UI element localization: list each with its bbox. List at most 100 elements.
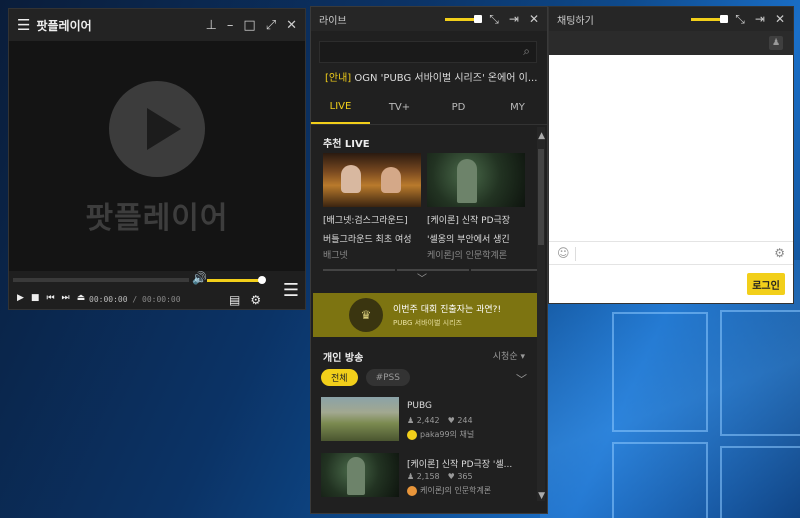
chevron-down-icon[interactable]: ﹀: [417, 270, 427, 285]
desktop-wallpaper-pane: [612, 442, 708, 518]
playlist-icon[interactable]: ☰: [277, 271, 305, 309]
tab-live[interactable]: LIVE: [311, 91, 370, 124]
transport-controls: ▶ ■ ⏮ ⏭ ⏏: [17, 293, 85, 303]
close-icon[interactable]: ✕: [775, 12, 785, 26]
pin-icon[interactable]: ⇥: [509, 12, 519, 26]
minimize-icon[interactable]: –: [227, 18, 234, 33]
broadcast-row[interactable]: [케이론] 신작 PD극장 '셀... ♟ 2,158 ♥ 365 케이론J의 …: [321, 453, 535, 501]
chip-pss[interactable]: #PSS: [365, 369, 410, 386]
opacity-slider[interactable]: [691, 14, 729, 23]
search-input[interactable]: ⌕: [319, 41, 537, 63]
pubg-logo-icon: ♛: [349, 298, 383, 332]
volume-knob[interactable]: [258, 276, 266, 284]
card-subtitle: '셀옹의 부안에서 생긴: [427, 235, 510, 245]
desktop-wallpaper-pane: [720, 310, 800, 436]
player-logo-text: 팟플레이어: [85, 201, 229, 236]
opacity-slider[interactable]: [445, 14, 483, 23]
channel-avatar-icon: [407, 429, 417, 440]
window-controls: ⊥ – □ ⤢ ✕: [206, 18, 297, 33]
user-list-icon[interactable]: ♟: [769, 36, 783, 50]
stream-thumbnail[interactable]: [323, 153, 421, 207]
notice-banner[interactable]: [안내] OGN 'PUBG 서바이벌 시리즈' 온에어 이...: [325, 69, 537, 84]
next-icon[interactable]: ⏭: [62, 293, 70, 303]
chat-window-controls: ⤡ ⇥ ✕: [691, 12, 785, 27]
eject-icon[interactable]: ⏏: [77, 293, 86, 303]
sort-dropdown[interactable]: 시청순 ▾: [493, 349, 525, 362]
promo-banner[interactable]: ♛ 이번주 대회 진출자는 과연?! PUBG 서바이벌 시리즈: [313, 293, 545, 337]
carousel-indicator: [323, 269, 395, 271]
filter-chips: 전체 #PSS: [321, 369, 410, 386]
stream-thumbnail[interactable]: [427, 153, 525, 207]
card-subtitle: 버틀그라운드 최초 여성: [323, 235, 412, 245]
dock-icon[interactable]: ⤡: [489, 12, 499, 27]
hamburger-icon[interactable]: ☰: [17, 16, 30, 34]
chip-all[interactable]: 전체: [321, 369, 358, 386]
seek-bar[interactable]: [13, 278, 189, 282]
chat-messages: [549, 55, 793, 241]
volume-slider[interactable]: [207, 279, 262, 282]
stop-icon[interactable]: ■: [31, 293, 40, 303]
chat-titlebar: 채팅하기 ⤡ ⇥ ✕: [549, 7, 793, 31]
tab-my[interactable]: MY: [488, 91, 547, 124]
close-icon[interactable]: ✕: [529, 12, 539, 26]
time-total: 00:00:00: [142, 295, 181, 304]
gear-icon[interactable]: ⚙: [250, 293, 261, 307]
search-icon[interactable]: ⌕: [523, 44, 530, 59]
play-icon[interactable]: ▶: [17, 293, 24, 303]
scrollbar[interactable]: [537, 127, 545, 501]
scroll-up-icon[interactable]: ▲: [538, 131, 545, 141]
chat-window: 채팅하기 ⤡ ⇥ ✕ ♟ ☺ ⚙ 로그인: [548, 6, 794, 304]
live-tabs: LIVE TV+ PD MY: [311, 91, 547, 125]
player-title: 팟플레이어: [36, 18, 92, 33]
banner-main: 이번주 대회 진출자는 과연?!: [393, 305, 502, 315]
emoji-icon[interactable]: ☺: [557, 246, 570, 260]
recommended-card[interactable]: [케이론] 신작 PD극장 '셀옹의 부안에서 생긴 케이론J의 인문학계론: [427, 153, 525, 261]
like-count: ♥ 244: [447, 416, 473, 425]
banner-text: 이번주 대회 진출자는 과연?! PUBG 서바이벌 시리즈: [393, 302, 501, 328]
broadcast-thumbnail[interactable]: [321, 453, 399, 497]
like-icon: ♥: [447, 472, 455, 481]
viewer-count: ♟ 2,442: [407, 416, 440, 425]
notice-tag: [안내]: [325, 73, 352, 84]
carousel-indicator: [471, 269, 543, 271]
previous-icon[interactable]: ⏮: [46, 293, 54, 303]
broadcast-channel[interactable]: 케이론J의 인문학계론: [407, 485, 491, 496]
scroll-thumb[interactable]: [538, 149, 544, 245]
tab-tvplus[interactable]: TV+: [370, 91, 429, 124]
play-overlay-icon[interactable]: [109, 81, 205, 177]
card-title: [케이론] 신작 PD극장: [427, 216, 511, 226]
pin-icon[interactable]: ⇥: [755, 12, 765, 26]
chat-toolbar: ♟: [549, 31, 793, 55]
chat-title: 채팅하기: [557, 15, 594, 27]
player-titlebar: ☰ 팟플레이어 ⊥ – □ ⤢ ✕: [9, 9, 305, 41]
close-icon[interactable]: ✕: [286, 18, 297, 33]
viewer-icon: ♟: [407, 472, 415, 481]
fullscreen-icon[interactable]: ⤢: [266, 18, 276, 33]
potplayer-window: ☰ 팟플레이어 ⊥ – □ ⤢ ✕ 팟플레이어 🔊 ▶ ■ ⏮ ⏭ ⏏ 00:0…: [8, 8, 306, 310]
chevron-down-icon[interactable]: ﹀: [516, 371, 527, 387]
banner-sub: PUBG 서바이벌 시리즈: [393, 319, 462, 327]
tab-pd[interactable]: PD: [429, 91, 488, 124]
broadcast-stats: ♟ 2,442 ♥ 244: [407, 416, 473, 425]
subtitle-icon[interactable]: ▤: [229, 293, 240, 307]
dock-icon[interactable]: ⤡: [735, 12, 745, 27]
volume-icon[interactable]: 🔊: [192, 271, 207, 285]
maximize-icon[interactable]: □: [243, 18, 255, 33]
input-divider: [575, 247, 576, 261]
recommended-card[interactable]: [배그넷:검스그라운드] 버틀그라운드 최초 여성 배그넷: [323, 153, 421, 261]
carousel-indicator: [397, 269, 469, 271]
time-display: 00:00:00 / 00:00:00: [89, 295, 181, 304]
broadcast-title: PUBG: [407, 401, 433, 411]
video-area[interactable]: 팟플레이어: [9, 41, 305, 271]
gear-icon[interactable]: ⚙: [774, 246, 785, 260]
desktop-wallpaper-pane: [720, 446, 800, 518]
broadcast-row[interactable]: PUBG ♟ 2,442 ♥ 244 paka99의 채널: [321, 397, 535, 445]
chat-input[interactable]: ☺ ⚙: [549, 241, 793, 265]
pin-icon[interactable]: ⊥: [206, 18, 217, 33]
broadcast-thumbnail[interactable]: [321, 397, 399, 441]
broadcast-channel[interactable]: paka99의 채널: [407, 429, 474, 440]
login-button[interactable]: 로그인: [747, 273, 785, 295]
channel-name: 케이론J의 인문학계론: [420, 486, 492, 495]
scroll-down-icon[interactable]: ▼: [538, 491, 545, 501]
live-window: 라이브 ⤡ ⇥ ✕ ⌕ [안내] OGN 'PUBG 서바이벌 시리즈' 온에어…: [310, 6, 548, 514]
